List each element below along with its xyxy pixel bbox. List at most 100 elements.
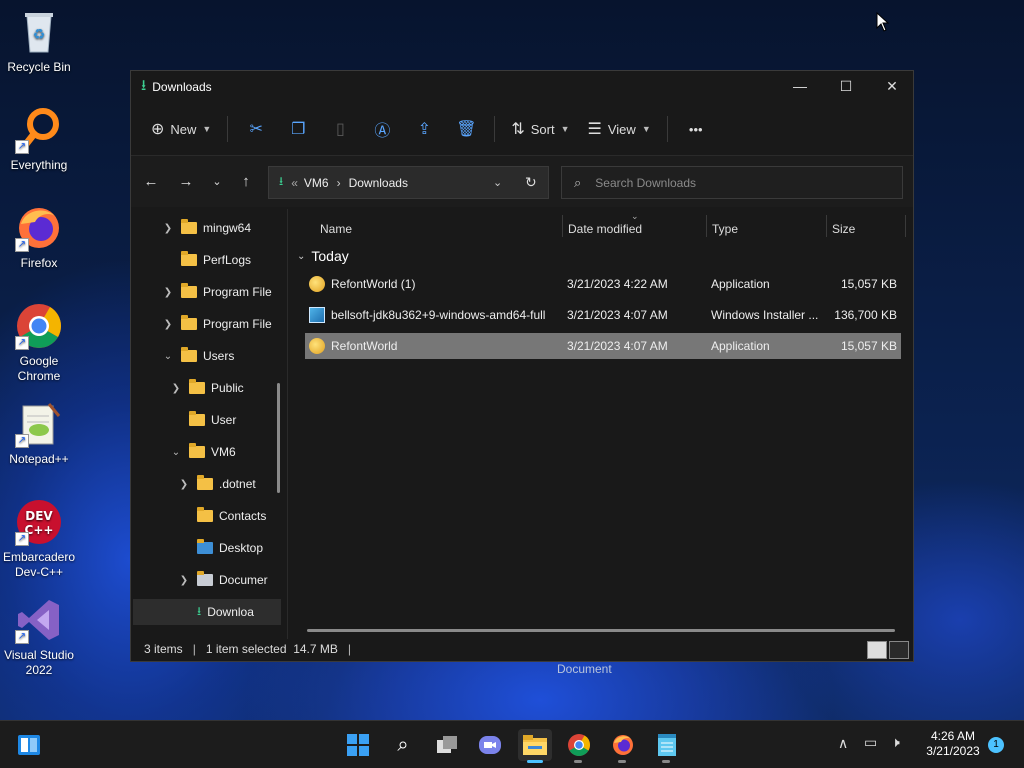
notification-badge[interactable]: 1 [988,737,1004,753]
search-icon: ⌕ [574,174,582,190]
firefox-taskbar-button[interactable] [606,729,640,763]
desktop-icon-visual-studio[interactable]: ↗ Visual Studio 2022 [2,596,76,678]
chat-button[interactable] [473,729,507,761]
show-hidden-icons-chevron-icon[interactable]: ∧ [838,735,848,752]
close-button[interactable]: ✕ [869,71,915,101]
more-options-button[interactable]: ••• [676,112,716,146]
cut-button[interactable]: ✂ [236,112,276,146]
chevron-right-icon: ❯ [179,574,189,586]
tree-item-desktop[interactable]: Desktop [177,535,281,561]
tree-item-program-files[interactable]: ❯ Program File [161,279,281,305]
up-button[interactable]: ↑ [234,170,258,194]
file-row-selected[interactable]: RefontWorld 3/21/2023 4:07 AM Applicatio… [305,333,901,359]
share-button[interactable]: ⇪ [404,112,444,146]
navigation-scrollbar[interactable] [277,383,280,493]
paste-button[interactable]: ▯ [320,112,360,146]
copy-button[interactable]: ❐ [278,112,318,146]
forward-button[interactable]: → [174,170,198,194]
tree-item-public[interactable]: ❯ Public [169,375,281,401]
large-icons-view-button[interactable] [889,641,909,659]
column-divider[interactable] [905,215,906,237]
desktop-icon-notepadpp[interactable]: ↗ Notepad++ [2,400,76,467]
breadcrumb-downloads[interactable]: Downloads [349,176,408,190]
view-lines-icon: ☰ [587,121,602,138]
copy-icon: ❐ [291,121,306,138]
breadcrumb-overflow[interactable]: « [291,176,298,190]
column-header-size[interactable]: Size [832,215,855,243]
desktop-icon-devcpp[interactable]: DEV C++ ↗ Embarcadero Dev-C++ [2,498,76,580]
tree-item-vm6[interactable]: ⌄ VM6 [169,439,281,465]
search-input[interactable] [595,175,876,190]
refresh-icon[interactable]: ↻ [525,174,537,191]
file-list: Name Date modified ⌄ Type Size ⌄ Today R… [291,209,913,639]
search-button[interactable]: ⌕ [386,729,420,761]
tree-item-dotnet[interactable]: ❯ .dotnet [177,471,281,497]
tree-item-users[interactable]: ⌄ Users [161,343,281,369]
minimize-button[interactable]: — [777,71,823,101]
widgets-button[interactable] [12,729,46,761]
desktop-icon-google-chrome[interactable]: ↗ Google Chrome [2,302,76,384]
group-header-today[interactable]: ⌄ Today [297,245,349,267]
toolbar-divider [494,116,496,142]
chrome-taskbar-button[interactable] [562,729,596,763]
chevron-right-icon: ❯ [163,318,173,330]
tree-item-perflogs[interactable]: PerfLogs [161,247,281,273]
details-view-button[interactable] [867,641,887,659]
view-button[interactable]: ☰ View ▼ [580,112,659,146]
maximize-button[interactable]: ☐ [823,71,869,101]
chevron-right-icon: › [336,175,341,190]
breadcrumb-vm6[interactable]: VM6 [304,176,329,190]
tree-item-label: VM6 [211,445,236,459]
desktop-icon-recycle-bin[interactable]: ♻ Recycle Bin [2,8,76,75]
file-size: 15,057 KB [840,277,897,291]
tree-item-label: Public [211,381,244,395]
desktop-icon-firefox[interactable]: ↗ Firefox [2,204,76,271]
search-box[interactable]: ⌕ [561,166,903,199]
start-button[interactable] [341,729,375,761]
desktop-icon-label: Recycle Bin [7,60,71,74]
chevron-down-icon: ▼ [641,124,651,134]
rename-button[interactable]: Ⓐ [362,112,402,146]
notepad-taskbar-button[interactable] [650,729,684,763]
shortcut-arrow-icon: ↗ [15,630,29,644]
column-divider[interactable] [706,215,707,237]
desktop-icon-everything[interactable]: ↗ Everything [2,106,76,173]
status-separator: | [347,642,352,656]
recent-locations-button[interactable]: ⌄ [205,170,229,194]
tree-item-user[interactable]: User [169,407,281,433]
item-count: 3 items [144,642,183,656]
network-icon[interactable]: ▭ [864,734,877,751]
address-history-chevron-icon[interactable]: ⌄ [493,176,502,189]
file-row[interactable]: RefontWorld (1) 3/21/2023 4:22 AM Applic… [305,271,901,297]
column-divider[interactable] [826,215,827,237]
delete-button[interactable]: 🗑 [446,112,486,146]
column-header-type[interactable]: Type [712,215,738,243]
tree-item-documents[interactable]: ❯ Documer [177,567,281,593]
tree-item-mingw64[interactable]: ❯ mingw64 [161,215,281,241]
tree-item-downloads[interactable]: ⭳ Downloa [133,599,281,625]
selection-info: 1 item selected 14.7 MB [205,642,338,656]
tree-item-program-files-x86[interactable]: ❯ Program File [161,311,281,337]
pane-divider[interactable] [287,209,288,639]
new-button[interactable]: ⊕ New ▼ [143,112,219,146]
tree-item-contacts[interactable]: Contacts [177,503,281,529]
app-icon [309,276,325,292]
task-view-button[interactable] [430,729,464,761]
desktop-folder-icon [197,539,213,554]
download-arrow-icon: ⭳ [279,174,284,188]
speaker-muted-icon[interactable]: 🕨 [891,734,900,751]
address-bar[interactable]: ⭳ « VM6 › Downloads ⌄ ↻ [268,166,549,199]
column-divider[interactable] [562,215,563,237]
back-button[interactable]: ← [139,170,163,194]
sort-button[interactable]: ⇅ Sort ▼ [503,112,577,146]
column-header-name[interactable]: Name [320,215,352,243]
folder-icon [181,219,197,234]
file-explorer-taskbar-button[interactable] [518,729,552,763]
share-icon: ⇪ [417,121,432,138]
command-bar: ⊕ New ▼ ✂ ❐ ▯ Ⓐ ⇪ 🗑 ⇅ Sort ▼ ☰ View ▼ ••… [131,103,913,155]
file-row[interactable]: bellsoft-jdk8u362+9-windows-amd64-full 3… [305,302,901,328]
chevron-down-icon: ▼ [202,124,212,134]
file-type: Windows Installer ... [711,308,819,322]
system-clock[interactable]: 4:26 AM 3/21/2023 [918,729,988,759]
file-list-scrollbar[interactable] [307,629,895,632]
